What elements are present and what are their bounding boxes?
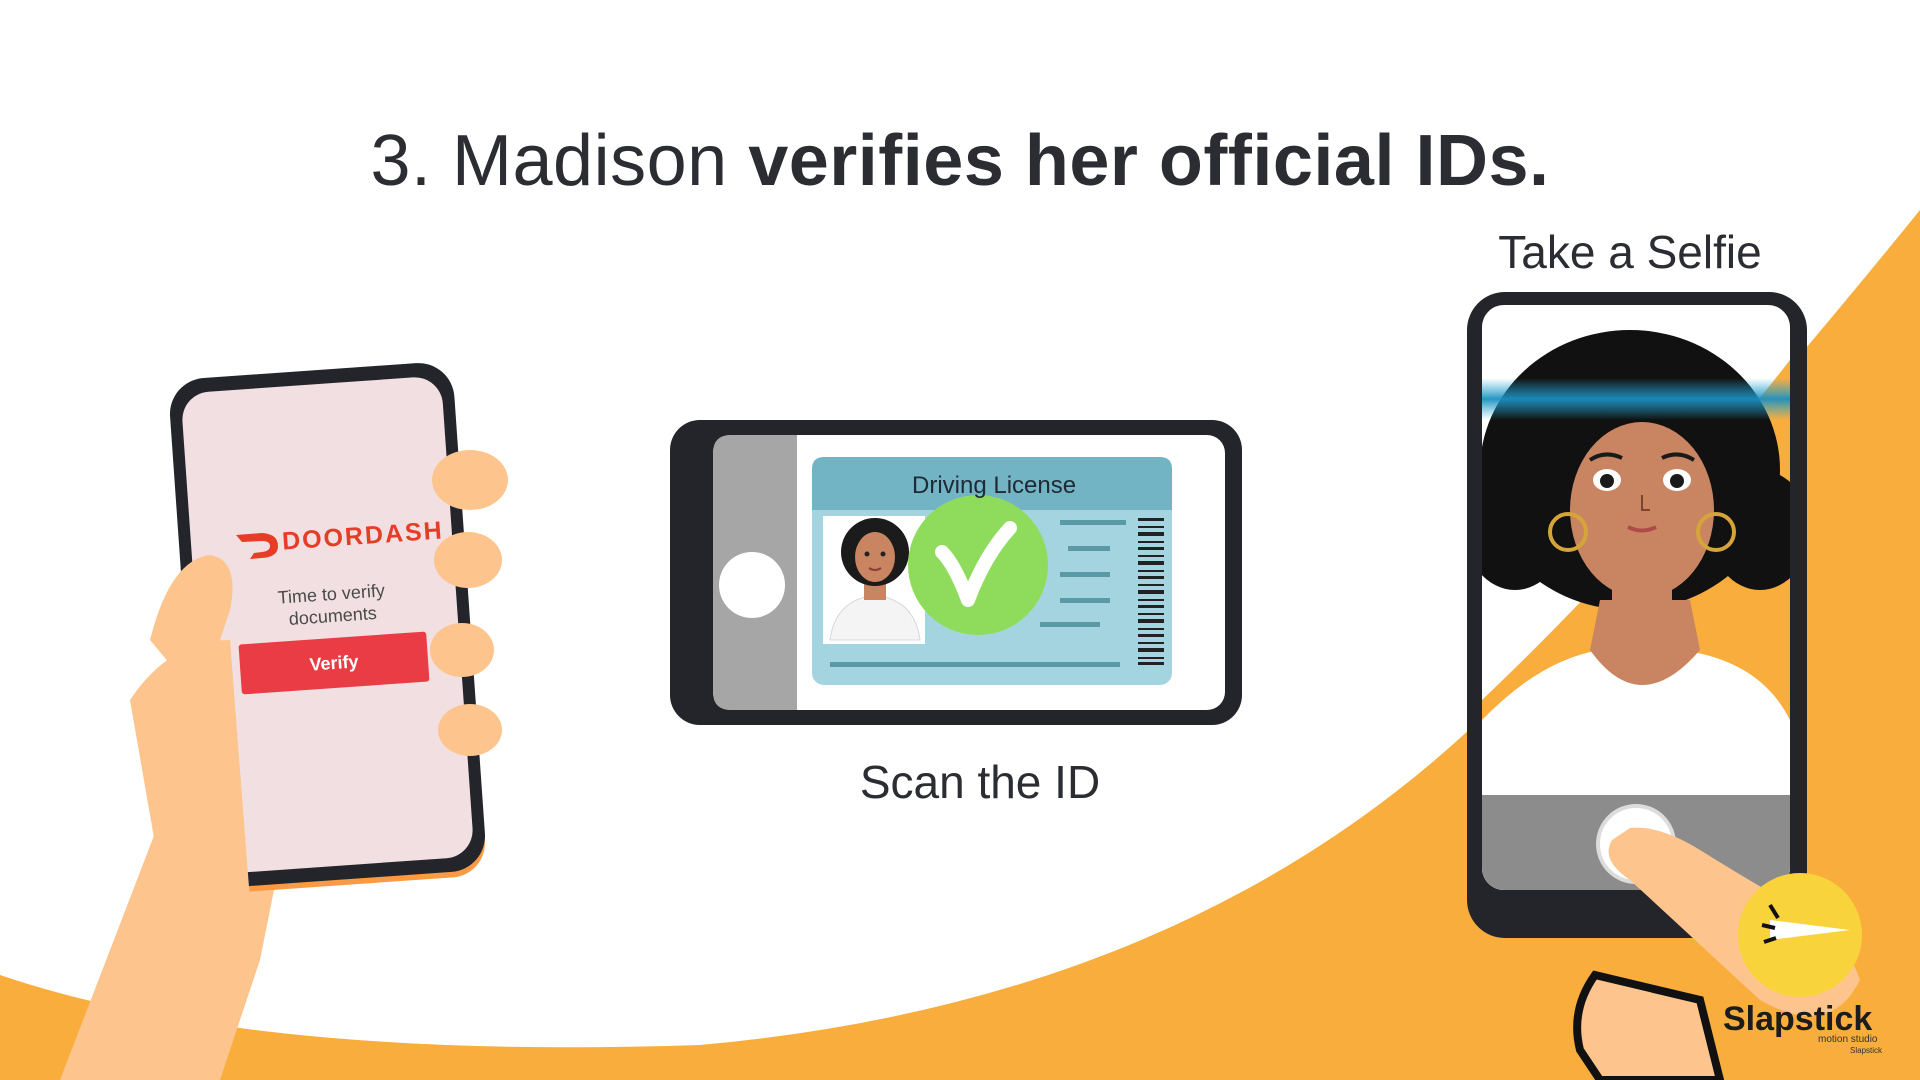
id-scan-phone	[670, 420, 1242, 725]
scan-caption: Scan the ID	[859, 756, 1101, 808]
left-hand-phone	[60, 363, 508, 1080]
title-bold: verifies her official IDs.	[748, 121, 1550, 201]
check-icon	[908, 495, 1048, 635]
slapstick-logo-icon	[1738, 873, 1862, 997]
license-title: Driving License	[912, 472, 1077, 499]
title-prefix: 3. Madison	[370, 121, 749, 201]
slide-title: 3. Madison verifies her official IDs.	[0, 120, 1920, 202]
slapstick-tagline: motion studio	[1818, 1034, 1878, 1045]
selfie-caption: Take a Selfie	[1498, 226, 1762, 278]
slapstick-small-mark: Slapstick	[1850, 1046, 1883, 1055]
